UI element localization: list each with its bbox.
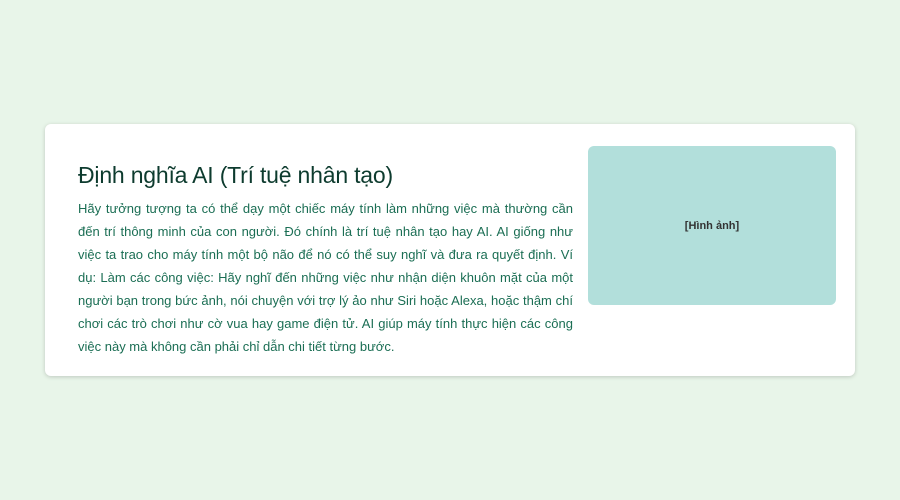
card-title: Định nghĩa AI (Trí tuệ nhân tạo) xyxy=(78,162,393,188)
image-placeholder-label: [Hình ảnh] xyxy=(684,219,740,232)
image-placeholder: [Hình ảnh] xyxy=(588,146,836,305)
card-body-text: Hãy tưởng tượng ta có thể dạy một chiếc … xyxy=(78,201,573,354)
text-column: Định nghĩa AI (Trí tuệ nhân tạo) Hãy tưở… xyxy=(78,160,573,358)
content-card: Định nghĩa AI (Trí tuệ nhân tạo) Hãy tưở… xyxy=(45,124,855,376)
